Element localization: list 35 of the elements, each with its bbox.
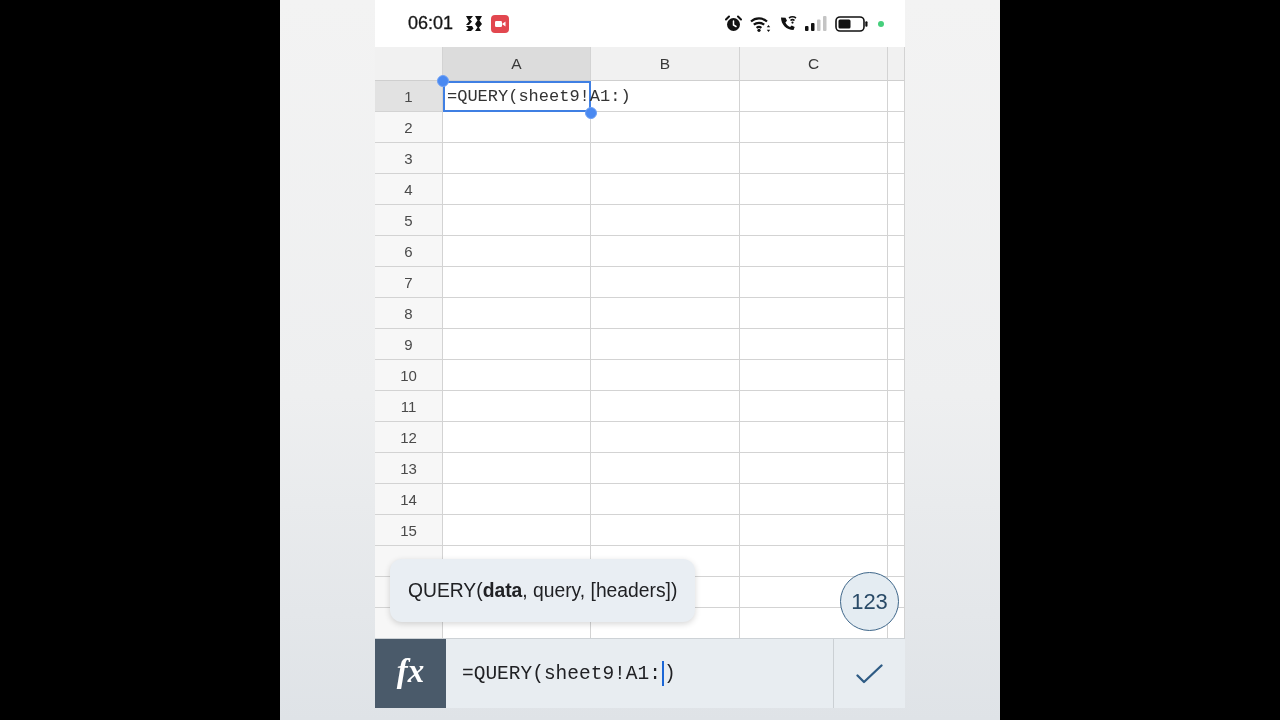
wifi-icon (750, 15, 771, 32)
signal-icon (805, 16, 827, 31)
row-header[interactable]: 9 (375, 329, 443, 360)
row-header[interactable]: 15 (375, 515, 443, 546)
row-header[interactable]: 13 (375, 453, 443, 484)
row-header[interactable]: 14 (375, 484, 443, 515)
status-dot-icon (878, 20, 884, 27)
row-header[interactable]: 10 (375, 360, 443, 391)
app-icon (465, 15, 484, 32)
row-header[interactable]: 4 (375, 174, 443, 205)
row-header[interactable]: 11 (375, 391, 443, 422)
row-header[interactable]: 6 (375, 236, 443, 267)
column-header[interactable] (888, 47, 905, 81)
column-header[interactable]: B (591, 47, 740, 81)
row-header[interactable]: 3 (375, 143, 443, 174)
check-icon (856, 663, 883, 684)
row-header[interactable]: 7 (375, 267, 443, 298)
function-button[interactable]: fx (375, 639, 446, 708)
column-header[interactable]: A (443, 47, 591, 81)
row-header[interactable]: 12 (375, 422, 443, 453)
row-header[interactable]: 1 (375, 81, 443, 112)
status-time: 06:01 (408, 13, 454, 34)
row-header[interactable]: 5 (375, 205, 443, 236)
battery-icon (835, 15, 868, 32)
select-all-corner[interactable] (375, 47, 443, 81)
column-header[interactable]: C (740, 47, 888, 81)
video-camera-icon (491, 14, 510, 33)
text-cursor-icon (661, 661, 664, 686)
selection-handle[interactable] (585, 107, 597, 119)
alarm-clock-icon (725, 15, 742, 32)
row-header[interactable]: 2 (375, 112, 443, 143)
row-header[interactable]: 8 (375, 298, 443, 329)
function-hint-tooltip: QUERY(data, query, [headers]) (390, 559, 696, 622)
phone-wifi-icon (779, 15, 797, 32)
formula-input-field[interactable]: =QUERY(sheet9!A1:) (446, 639, 833, 708)
